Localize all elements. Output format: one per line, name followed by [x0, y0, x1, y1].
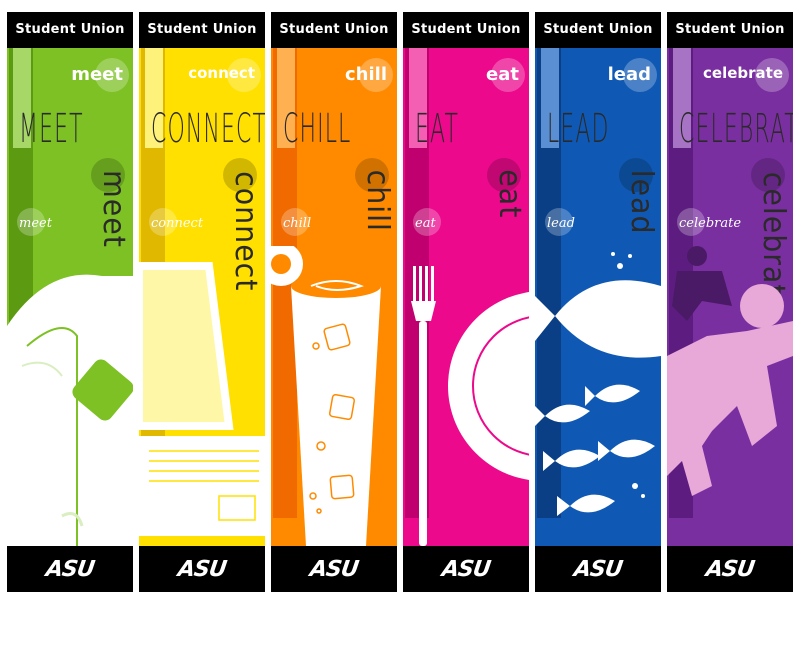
banner-body: lead LEAD lead lead [535, 48, 661, 546]
vertical-word: lead [624, 169, 659, 235]
banner-footer: ASU [139, 546, 265, 592]
asu-logo: ASU [44, 556, 96, 582]
banner-footer: ASU [535, 546, 661, 592]
banner-header: Student Union [7, 12, 133, 48]
big-word: CONNECT [151, 106, 265, 152]
vertical-word: meet [96, 170, 131, 248]
banner-body: eat EAT eat eat [403, 48, 529, 546]
top-word: celebrate [703, 64, 783, 82]
top-word: lead [607, 64, 651, 85]
fish-school-icon [535, 252, 661, 516]
big-word: LEAD [547, 106, 610, 152]
top-word: eat [486, 64, 519, 85]
banner-body: meet MEET meet meet [7, 48, 133, 546]
banner-celebrate: Student Union celebrate CELEBRATE celebr… [667, 12, 793, 592]
banner-footer: ASU [403, 546, 529, 592]
banner-footer: ASU [667, 546, 793, 592]
banner-eat: Student Union eat EAT eat eat ASU [403, 12, 529, 592]
banner-header: Student Union [403, 12, 529, 48]
small-word: eat [415, 216, 436, 231]
small-word: celebrate [679, 216, 742, 231]
banner-header: Student Union [139, 12, 265, 48]
banner-header: Student Union [667, 12, 793, 48]
small-word: meet [19, 216, 52, 231]
armchair-icon [7, 274, 133, 546]
banner-connect: Student Union connect CONNECT connect co… [139, 12, 265, 592]
dancing-people-icon [667, 246, 793, 496]
asu-logo: ASU [572, 556, 624, 582]
banner-header: Student Union [535, 12, 661, 48]
big-word: CELEBRATE [679, 106, 793, 152]
small-word: chill [283, 216, 312, 231]
banner-footer: ASU [7, 546, 133, 592]
banner-row: Student Union meet MEET meet meet ASU St… [7, 12, 793, 592]
fork-and-plate-icon [411, 266, 529, 546]
banner-chill: Student Union chill CHILL chill chill AS… [271, 12, 397, 592]
banner-body: celebrate CELEBRATE celebrate celebrate [667, 48, 793, 546]
banner-body: connect CONNECT connect connect [139, 48, 265, 546]
small-word: lead [547, 216, 575, 231]
asu-logo: ASU [704, 556, 756, 582]
banner-lead: Student Union lead LEAD lead lead ASU [535, 12, 661, 592]
top-word: chill [345, 64, 387, 85]
vertical-word: eat [492, 169, 527, 219]
big-word: CHILL [283, 106, 352, 152]
iced-drink-icon [271, 246, 381, 546]
asu-logo: ASU [308, 556, 360, 582]
asu-logo: ASU [176, 556, 228, 582]
top-word: meet [71, 64, 123, 85]
asu-logo: ASU [440, 556, 492, 582]
laptop-icon [139, 262, 265, 536]
small-word: connect [151, 216, 204, 231]
banner-footer: ASU [271, 546, 397, 592]
banner-meet: Student Union meet MEET meet meet ASU [7, 12, 133, 592]
big-word: EAT [415, 106, 459, 152]
banner-header: Student Union [271, 12, 397, 48]
top-word: connect [188, 64, 255, 82]
vertical-word: chill [360, 169, 395, 232]
banner-body: chill CHILL chill chill [271, 48, 397, 546]
big-word: MEET [19, 106, 84, 152]
